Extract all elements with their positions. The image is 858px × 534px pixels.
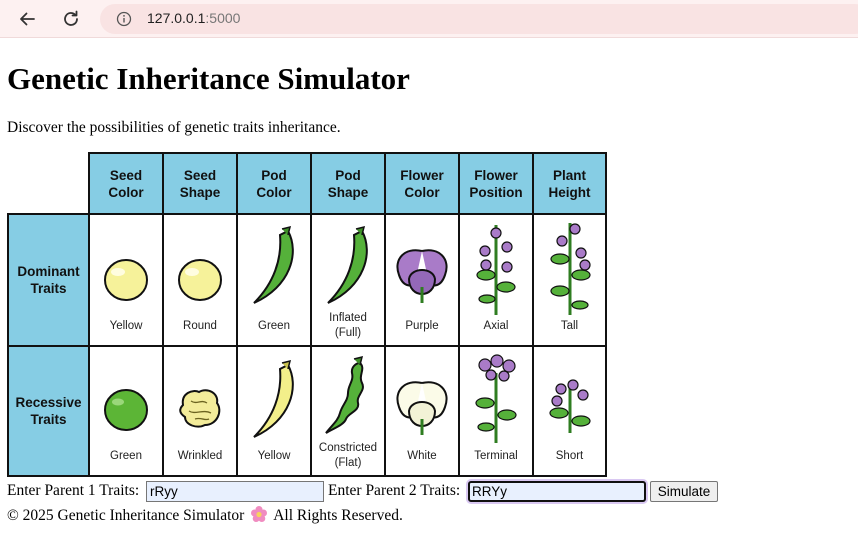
trait-cell-recessive-seed-shape: Wrinkled [162, 345, 238, 477]
trait-cell-recessive-pod-color: Yellow [236, 345, 312, 477]
row-header-recessive: Recessive Traits [7, 345, 90, 477]
url-host: 127.0.0.1 [147, 10, 206, 26]
trait-label: Terminal [474, 450, 518, 462]
trait-cell-dominant-plant-height: Tall [532, 213, 607, 347]
trait-label: Inflated (Full) [329, 312, 367, 339]
simulation-form: Enter Parent 1 Traits: Enter Parent 2 Tr… [7, 481, 858, 503]
constricted-pod-icon [325, 355, 364, 434]
trait-label: Green [258, 320, 290, 332]
parent1-input[interactable] [146, 481, 324, 502]
arrow-left-icon [20, 12, 35, 26]
trait-label: Yellow [257, 450, 291, 462]
green-pea-icon [104, 389, 148, 431]
address-bar[interactable]: 127.0.0.1:5000 [100, 4, 858, 34]
col-header-plant-height: Plant Height [532, 152, 607, 215]
round-pea-icon [178, 259, 222, 301]
col-header-pod-color: Pod Color [236, 152, 312, 215]
trait-label: Wrinkled [177, 450, 223, 462]
purple-flower-icon [396, 249, 448, 303]
yellow-pod-icon [253, 359, 294, 438]
trait-label: Axial [483, 320, 509, 332]
reload-icon [64, 10, 78, 26]
trait-label: White [407, 450, 437, 462]
parent2-input[interactable] [468, 481, 646, 502]
trait-cell-recessive-flower-color: White [384, 345, 460, 477]
col-header-seed-shape: Seed Shape [162, 152, 238, 215]
url-port: :5000 [205, 10, 241, 26]
flower-icon [251, 506, 268, 522]
simulate-button[interactable]: Simulate [650, 481, 718, 502]
footer-copyright: © 2025 Genetic Inheritance Simulator [7, 507, 245, 524]
info-icon[interactable] [116, 11, 132, 27]
footer-rights: All Rights Reserved. [273, 507, 403, 524]
back-button[interactable] [12, 4, 42, 34]
wrinkled-pea-icon [179, 389, 221, 428]
trait-cell-dominant-flower-color: Purple [384, 213, 460, 347]
trait-label: Short [555, 450, 584, 462]
url-text[interactable]: 127.0.0.1:5000 [147, 10, 240, 26]
col-header-pod-shape: Pod Shape [310, 152, 386, 215]
trait-cell-dominant-seed-shape: Round [162, 213, 238, 347]
intro-text: Discover the possibilities of genetic tr… [7, 119, 341, 136]
trait-cell-recessive-pod-shape: Constricted (Flat) [310, 345, 386, 477]
trait-cell-dominant-flower-position: Axial [458, 213, 534, 347]
trait-cell-dominant-pod-color: Green [236, 213, 312, 347]
col-header-seed-color: Seed Color [88, 152, 164, 215]
axial-flowers-icon [476, 225, 516, 315]
yellow-pea-icon [104, 259, 148, 301]
trait-chart: Seed Color Seed Shape Pod Color Pod Shap… [7, 152, 607, 477]
page-title: Genetic Inheritance Simulator [7, 61, 410, 96]
terminal-flowers-icon [475, 354, 517, 443]
inflated-pod-icon [327, 225, 368, 304]
browser-toolbar: 127.0.0.1:5000 [0, 0, 858, 38]
trait-cell-dominant-seed-color: Yellow [88, 213, 164, 347]
trait-cell-recessive-flower-position: Terminal [458, 345, 534, 477]
trait-cell-dominant-pod-shape: Inflated (Full) [310, 213, 386, 347]
reload-button[interactable] [56, 4, 86, 34]
trait-label: Green [110, 450, 142, 462]
trait-label: Tall [560, 320, 579, 332]
trait-label: Round [183, 320, 217, 332]
col-header-flower-color: Flower Color [384, 152, 460, 215]
tall-plant-icon [549, 223, 591, 315]
short-plant-icon [548, 379, 591, 433]
trait-label: Yellow [109, 320, 143, 332]
trait-cell-recessive-plant-height: Short [532, 345, 607, 477]
footer: © 2025 Genetic Inheritance Simulator All… [7, 505, 403, 526]
trait-cell-recessive-seed-color: Green [88, 345, 164, 477]
trait-label: Constricted (Flat) [318, 442, 378, 469]
green-pod-icon [253, 225, 294, 304]
parent1-label: Enter Parent 1 Traits: [7, 482, 140, 499]
parent2-label: Enter Parent 2 Traits: [328, 482, 461, 499]
white-flower-icon [396, 381, 448, 435]
col-header-flower-position: Flower Position [458, 152, 534, 215]
trait-label: Purple [405, 320, 439, 332]
row-header-dominant: Dominant Traits [7, 213, 90, 347]
